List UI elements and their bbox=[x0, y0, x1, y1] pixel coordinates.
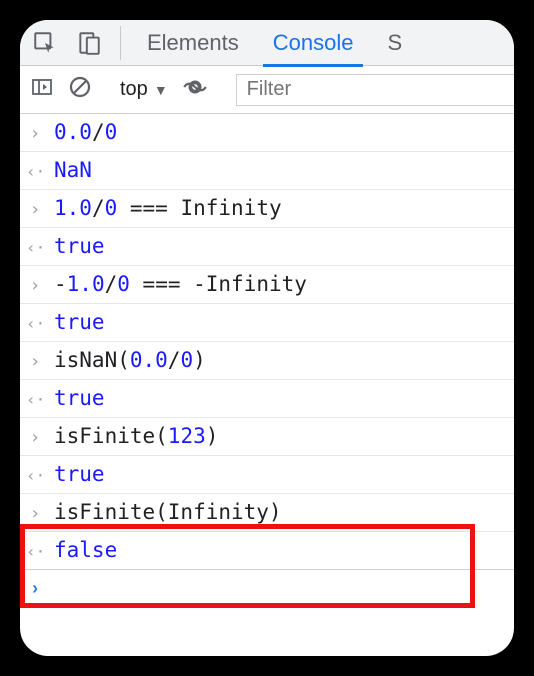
chevron-out-icon: ‹· bbox=[26, 544, 44, 560]
chevron-in-icon: › bbox=[26, 429, 44, 447]
code-content: isNaN(0.0/0) bbox=[54, 350, 206, 371]
console-input-row: › 1.0/0 === Infinity bbox=[20, 190, 514, 228]
prompt-chevron-icon: › bbox=[26, 580, 44, 600]
chevron-down-icon: ▼ bbox=[154, 82, 168, 98]
token-plain: isFinite(Infinity) bbox=[54, 500, 282, 524]
code-content: 0.0/0 bbox=[54, 122, 117, 143]
token-num: 0 bbox=[117, 272, 130, 296]
chevron-out-icon: ‹· bbox=[26, 392, 44, 408]
token-num: 0.0 bbox=[54, 120, 92, 144]
token-nan: NaN bbox=[54, 158, 92, 182]
token-plain: isFinite( bbox=[54, 424, 168, 448]
tabstrip: Elements Console S bbox=[20, 20, 514, 66]
token-plain: / bbox=[92, 196, 105, 220]
chevron-out-icon: ‹· bbox=[26, 468, 44, 484]
console-output-row: ‹· NaN bbox=[20, 152, 514, 190]
token-num: 0.0 bbox=[130, 348, 168, 372]
console-output-row: ‹· true bbox=[20, 228, 514, 266]
chevron-in-icon: › bbox=[26, 201, 44, 219]
code-content: -1.0/0 === -Infinity bbox=[54, 274, 307, 295]
token-plain: === -Infinity bbox=[130, 272, 307, 296]
token-bool: false bbox=[54, 538, 117, 562]
live-expression-icon[interactable] bbox=[182, 74, 208, 106]
code-content: true bbox=[54, 312, 105, 333]
code-content: NaN bbox=[54, 160, 92, 181]
code-content: isFinite(123) bbox=[54, 426, 218, 447]
code-content: true bbox=[54, 464, 105, 485]
console-prompt-row: › bbox=[20, 570, 514, 609]
token-plain: / bbox=[168, 348, 181, 372]
context-label: top bbox=[120, 78, 148, 101]
token-num: 123 bbox=[168, 424, 206, 448]
console-output-row: ‹· true bbox=[20, 380, 514, 418]
inspect-icon[interactable] bbox=[32, 30, 58, 56]
token-plain: - bbox=[54, 272, 67, 296]
console-input-row: › isNaN(0.0/0) bbox=[20, 342, 514, 380]
chevron-in-icon: › bbox=[26, 353, 44, 371]
tab-console[interactable]: Console bbox=[265, 20, 362, 66]
code-content: true bbox=[54, 388, 105, 409]
divider bbox=[120, 26, 121, 60]
device-icon[interactable] bbox=[76, 30, 102, 56]
token-plain: / bbox=[105, 272, 118, 296]
devtools-panel: Elements Console S top ▼ bbox=[20, 20, 514, 656]
token-bool: true bbox=[54, 310, 105, 334]
tab-sources-partial[interactable]: S bbox=[379, 20, 410, 66]
console-input-row: › isFinite(123) bbox=[20, 418, 514, 456]
console-output-row: ‹· true bbox=[20, 456, 514, 494]
context-selector[interactable]: top ▼ bbox=[120, 78, 168, 101]
chevron-out-icon: ‹· bbox=[26, 316, 44, 332]
chevron-out-icon: ‹· bbox=[26, 164, 44, 180]
code-content: 1.0/0 === Infinity bbox=[54, 198, 282, 219]
filter-input[interactable] bbox=[236, 74, 514, 106]
token-num: 0 bbox=[180, 348, 193, 372]
code-content: isFinite(Infinity) bbox=[54, 502, 282, 523]
chevron-out-icon: ‹· bbox=[26, 240, 44, 256]
console-output: ›0.0/0‹·NaN›1.0/0 === Infinity‹·true›-1.… bbox=[20, 114, 514, 570]
token-plain: isNaN( bbox=[54, 348, 130, 372]
token-plain: ) bbox=[193, 348, 206, 372]
console-output-row: ‹· true bbox=[20, 304, 514, 342]
console-toolbar: top ▼ bbox=[20, 66, 514, 114]
chevron-in-icon: › bbox=[26, 125, 44, 143]
token-bool: true bbox=[54, 386, 105, 410]
token-plain: === Infinity bbox=[117, 196, 281, 220]
token-plain: ) bbox=[206, 424, 219, 448]
code-content: true bbox=[54, 236, 105, 257]
token-num: 0 bbox=[105, 120, 118, 144]
sidebar-toggle-icon[interactable] bbox=[30, 75, 54, 105]
console-input-row: › isFinite(Infinity) bbox=[20, 494, 514, 532]
token-num: 1.0 bbox=[67, 272, 105, 296]
chevron-in-icon: › bbox=[26, 277, 44, 295]
token-bool: true bbox=[54, 462, 105, 486]
token-num: 1.0 bbox=[54, 196, 92, 220]
token-plain: / bbox=[92, 120, 105, 144]
tab-elements[interactable]: Elements bbox=[139, 20, 247, 66]
console-input-row: › 0.0/0 bbox=[20, 114, 514, 152]
code-content: false bbox=[54, 540, 117, 561]
clear-console-icon[interactable] bbox=[68, 75, 92, 105]
console-input[interactable] bbox=[54, 578, 504, 601]
console-input-row: ›-1.0/0 === -Infinity bbox=[20, 266, 514, 304]
chevron-in-icon: › bbox=[26, 505, 44, 523]
token-num: 0 bbox=[105, 196, 118, 220]
token-bool: true bbox=[54, 234, 105, 258]
console-output-row: ‹· false bbox=[20, 532, 514, 570]
